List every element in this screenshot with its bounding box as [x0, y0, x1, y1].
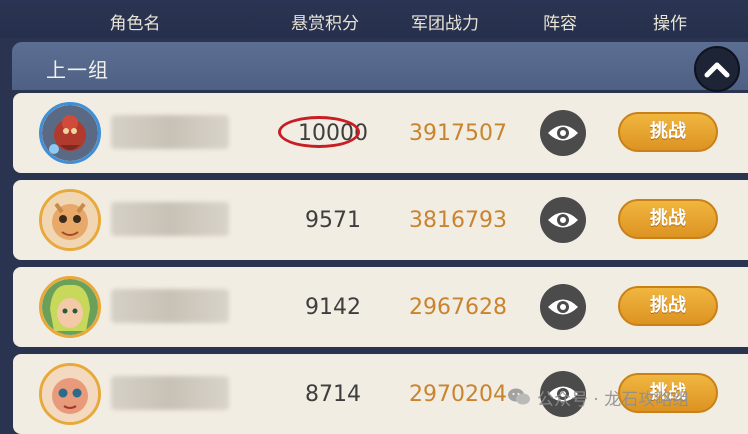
group-bar[interactable]: 上一组 [12, 42, 748, 92]
eye-icon [548, 125, 578, 141]
header-actions: 操作 [653, 14, 687, 34]
avatar[interactable] [39, 276, 101, 338]
view-lineup-button[interactable] [540, 110, 586, 156]
legion-power: 2967628 [409, 295, 507, 320]
elf-avatar-icon [42, 279, 98, 335]
challenge-button[interactable]: 挑战 [618, 112, 718, 152]
player-name-blurred [111, 376, 229, 410]
header-name: 角色名 [109, 14, 161, 34]
legion-power: 3917507 [409, 121, 507, 146]
wechat-icon [508, 388, 530, 405]
eye-icon [548, 299, 578, 315]
avatar[interactable] [39, 189, 101, 251]
avatar[interactable] [39, 102, 101, 164]
group-title: 上一组 [46, 58, 109, 82]
view-lineup-button[interactable] [540, 284, 586, 330]
challenge-button[interactable]: 挑战 [618, 286, 718, 326]
watermark-text: 公众号 · 龙石攻略组 [537, 389, 690, 410]
dragon-avatar-icon [42, 366, 98, 422]
rooster-avatar-icon [42, 105, 98, 161]
legion-power: 3816793 [409, 208, 507, 233]
player-name-blurred [111, 115, 229, 149]
table-row: 10000 3917507 挑战 [13, 93, 748, 173]
challenge-button[interactable]: 挑战 [618, 199, 718, 239]
header-bounty-score: 悬赏积分 [291, 14, 359, 34]
header-legion-power: 军团战力 [411, 14, 479, 34]
dragon-avatar-icon [42, 192, 98, 248]
legion-power: 2970204 [409, 382, 507, 407]
bounty-score: 8714 [305, 382, 361, 407]
table-row: 9142 2967628 挑战 [13, 267, 748, 347]
player-name-blurred [111, 202, 229, 236]
watermark: 公众号 · 龙石攻略组 [507, 383, 689, 411]
header-lineup: 阵容 [543, 14, 577, 34]
bounty-score: 9571 [305, 208, 361, 233]
eye-icon [548, 212, 578, 228]
avatar[interactable] [39, 363, 101, 425]
highlight-ring [278, 116, 360, 148]
collapse-button[interactable] [694, 46, 740, 92]
player-name-blurred [111, 289, 229, 323]
chevron-up-icon [704, 62, 730, 78]
bounty-score: 9142 [305, 295, 361, 320]
table-header: 角色名 悬赏积分 军团战力 阵容 操作 [0, 0, 748, 38]
table-row: 9571 3816793 挑战 [13, 180, 748, 260]
view-lineup-button[interactable] [540, 197, 586, 243]
